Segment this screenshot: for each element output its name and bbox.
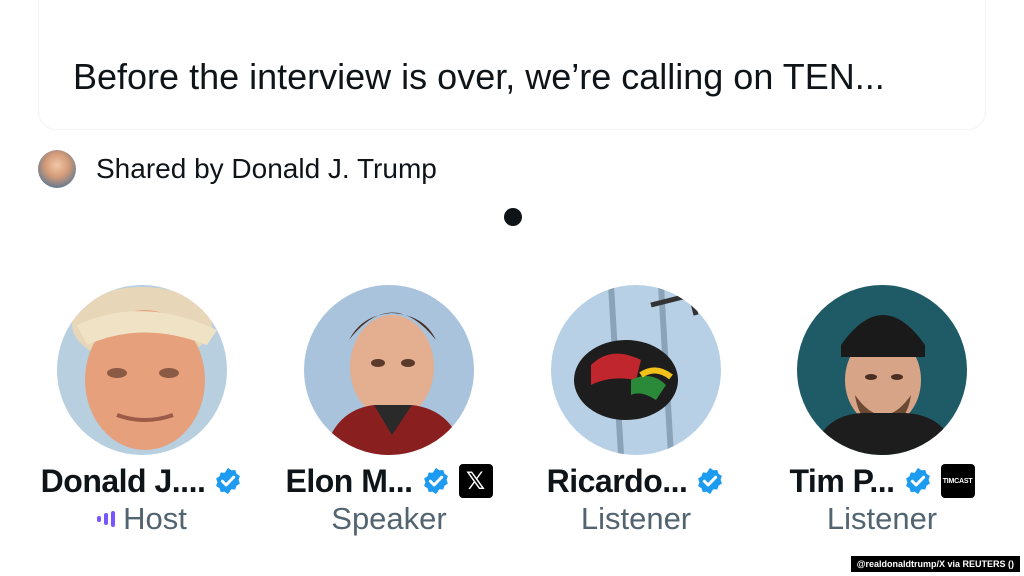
participant-avatar[interactable] [797,285,967,455]
participant-role: Host [123,501,187,536]
photo-credit: @realdonaldtrump/X via REUTERS () [850,556,1020,572]
participant-name: Elon M... [285,462,413,499]
participant-name: Ricardo... [546,462,688,499]
participant-role: Listener [580,501,692,536]
participant-avatar[interactable] [57,285,227,455]
x-logo-icon[interactable]: 𝕏 [458,464,493,498]
participant-role: Listener [826,501,938,536]
participant-tim[interactable]: Tim P... TIMCAST Listener [762,285,1002,537]
page-indicator-dot [504,208,522,226]
card-text: Before the interview is over, we’re call… [73,56,885,97]
timcast-logo-icon[interactable]: TIMCAST [940,464,975,498]
participant-donald[interactable]: Donald J.... Host [22,285,262,537]
participant-avatar[interactable] [304,285,474,455]
audio-bars-icon [97,509,116,529]
participant-role: Speaker [331,501,447,536]
participant-elon[interactable]: Elon M... 𝕏 Speaker [269,285,509,537]
participant-ricardo[interactable]: Ricardo... Listener [516,285,756,537]
shared-by-avatar[interactable] [38,150,76,188]
post-card[interactable]: Before the interview is over, we’re call… [38,0,986,130]
verified-badge-icon [216,467,241,495]
participant-name: Donald J.... [40,462,206,499]
participant-avatar[interactable] [551,285,721,455]
verified-badge-icon [905,467,930,495]
participant-name: Tim P... [789,462,895,499]
verified-badge-icon [698,467,723,495]
verified-badge-icon [423,467,448,495]
shared-by-row: Shared by Donald J. Trump [38,150,437,188]
shared-by-label: Shared by Donald J. Trump [96,153,437,184]
